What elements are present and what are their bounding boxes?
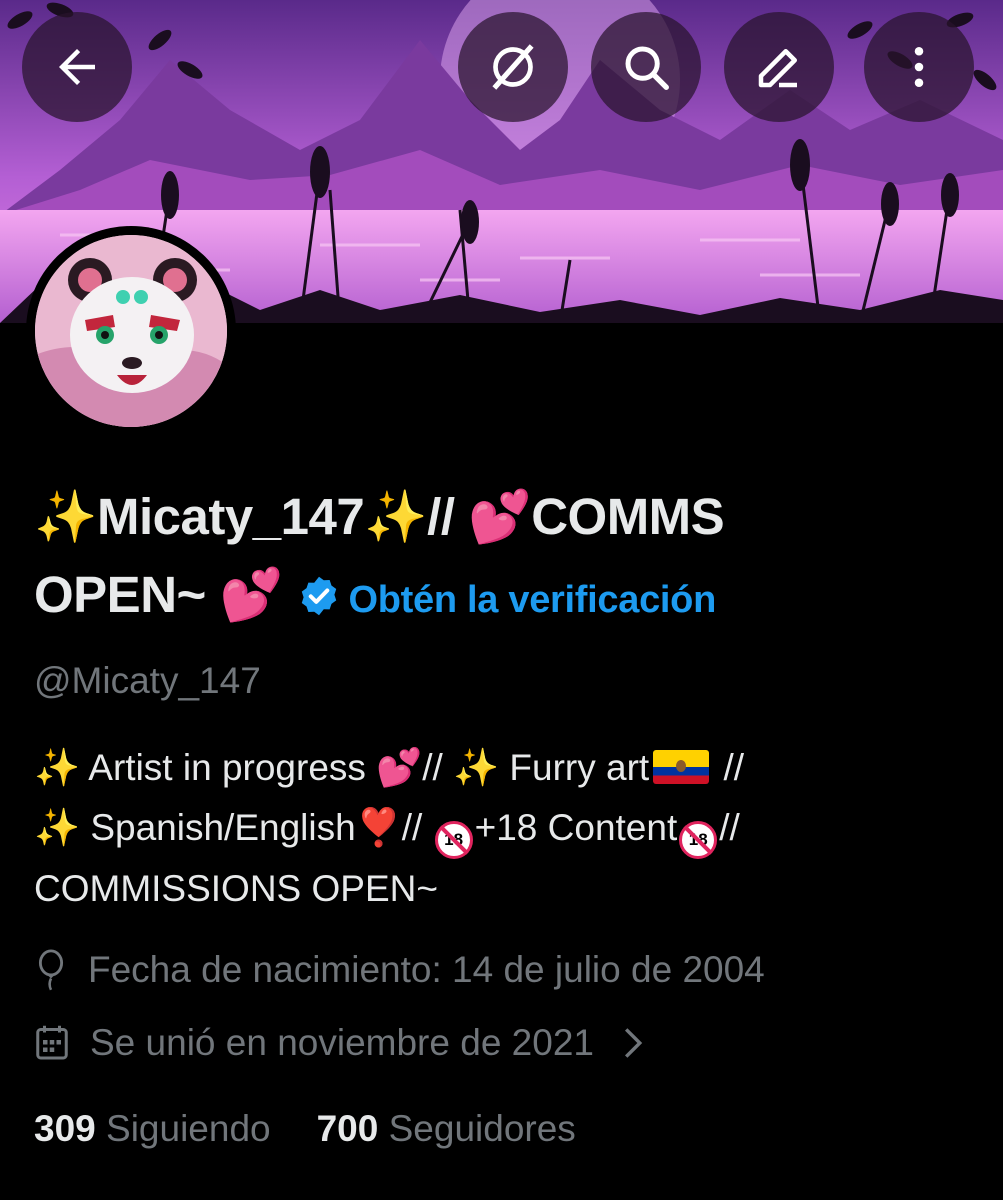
get-verified-link[interactable]: Obtén la verificación (349, 579, 717, 621)
back-button[interactable] (22, 12, 132, 122)
profile-display-name: ✨Micaty_147✨// 💕COMMS OPEN~ 💕 Obtén la ve… (34, 478, 974, 640)
more-options-button[interactable] (864, 12, 974, 122)
balloon-icon (34, 948, 68, 992)
following-label: Siguiendo (106, 1108, 271, 1149)
avatar-image (35, 235, 227, 427)
verified-badge-icon[interactable] (297, 562, 341, 640)
follow-stats: 309 Siguiendo 700 Seguidores (34, 1108, 576, 1150)
profile-avatar[interactable] (26, 226, 236, 436)
no-under-18-icon: 18 (434, 821, 473, 859)
translate-toggle-button[interactable] (458, 12, 568, 122)
display-name-line1: ✨Micaty_147✨// 💕COMMS (34, 488, 725, 545)
arrow-left-icon (59, 49, 95, 85)
bio-line1: ✨ Artist in progress 💕// ✨ Furry art (34, 747, 650, 788)
joined-text: Se unió en noviembre de 2021 (90, 1022, 594, 1063)
ecuador-flag-icon (653, 750, 710, 784)
no-translate-icon (492, 44, 534, 90)
profile-handle: @Micaty_147 (34, 660, 261, 701)
profile-bio: ✨ Artist in progress 💕// ✨ Furry art // … (34, 738, 974, 919)
no-under-18-icon: 18 (679, 821, 718, 859)
bio-line2-end: // (719, 807, 740, 848)
following-link[interactable]: 309 Siguiendo (34, 1108, 271, 1150)
edit-profile-button[interactable] (724, 12, 834, 122)
followers-label: Seguidores (388, 1108, 576, 1149)
search-button[interactable] (591, 12, 701, 122)
bio-line3: COMMISSIONS OPEN~ (34, 868, 438, 909)
display-name-line2: OPEN~ 💕 (34, 566, 283, 623)
following-count: 309 (34, 1108, 96, 1149)
birthdate-text: Fecha de nacimiento: 14 de julio de 2004 (88, 949, 765, 990)
bio-line1-end: // (713, 747, 745, 788)
bio-line2-content: +18 Content (474, 807, 678, 848)
edit-icon (758, 49, 797, 88)
chevron-right-icon[interactable] (622, 1026, 644, 1060)
followers-count: 700 (316, 1108, 379, 1149)
birthdate-row: Fecha de nacimiento: 14 de julio de 2004 (34, 948, 765, 992)
bio-line2: ✨ Spanish/English❣️// (34, 807, 433, 848)
calendar-icon (34, 1023, 70, 1063)
joined-row[interactable]: Se unió en noviembre de 2021 (34, 1022, 644, 1064)
search-icon (625, 46, 669, 90)
followers-link[interactable]: 700 Seguidores (317, 1108, 576, 1150)
more-vertical-icon (914, 46, 924, 88)
